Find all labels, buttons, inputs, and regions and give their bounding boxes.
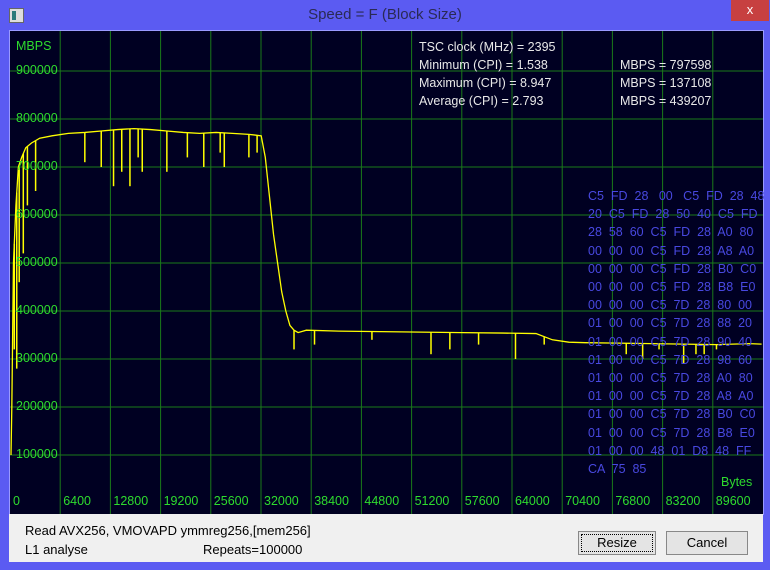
y-tick-label: 800000 [16,111,58,125]
window-title: Speed = F (Block Size) [308,6,462,23]
y-tick-label: 400000 [16,303,58,317]
x-tick-label: 25600 [213,494,249,508]
test-description: Read AVX256, VMOVAPD ymmreg256,[mem256] [25,523,311,538]
y-tick-label: 500000 [16,255,58,269]
x-tick-label: 0 [13,494,20,508]
x-tick-label: 6400 [63,494,91,508]
hex-dump: C5 FD 28 00 C5 FD 28 48 20 C5 FD 28 50 4… [588,189,765,477]
y-tick-label: 100000 [16,447,58,461]
x-tick-label: 32000 [264,494,299,508]
x-tick-label: 76800 [615,494,651,508]
x-tick-label: 38400 [314,494,349,508]
min-mbps: MBPS = 797598 [620,58,712,72]
x-tick-label: 64000 [515,494,550,508]
cancel-button[interactable]: Cancel [666,531,748,555]
title-bar: Speed = F (Block Size) x [0,0,770,30]
avg-cpi: Average (CPI) = 2.793 [419,94,544,108]
y-tick-label: 600000 [16,207,58,221]
tsc-clock: TSC clock (MHz) = 2395 [419,40,556,54]
x-tick-label: 83200 [665,494,701,508]
mode-label: L1 analyse [25,542,88,557]
y-tick-label: 900000 [16,63,58,77]
x-tick-label: 44800 [364,494,400,508]
x-tick-label: 51200 [414,494,450,508]
y-tick-label: 300000 [16,351,58,365]
avg-mbps: MBPS = 439207 [620,94,712,108]
x-tick-label: 89600 [715,494,751,508]
close-button[interactable]: x [731,0,769,21]
x-tick-label: 70400 [565,494,600,508]
x-tick-label: 57600 [464,494,500,508]
repeats-label: Repeats=100000 [203,542,303,557]
footer-panel: Read AVX256, VMOVAPD ymmreg256,[mem256] … [9,514,763,562]
y-tick-label: 200000 [16,399,58,413]
min-cpi: Minimum (CPI) = 1.538 [419,58,548,72]
max-mbps: MBPS = 137108 [620,76,712,90]
x-tick-label: 19200 [163,494,199,508]
resize-button[interactable]: Resize [578,531,656,555]
x-tick-label: 12800 [113,494,149,508]
chart-area: MBPS 900000 800000 700000 600000 500000 40000… [9,30,764,515]
max-cpi: Maximum (CPI) = 8.947 [419,76,552,90]
y-tick-label: 700000 [16,159,58,173]
y-axis-label: MBPS [16,39,52,53]
